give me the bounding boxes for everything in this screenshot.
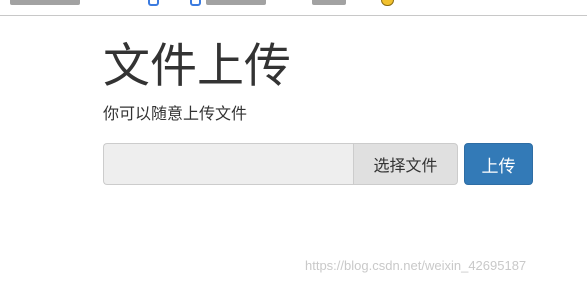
upload-page-container: 文件上传 你可以随意上传文件 选择文件 上传	[103, 39, 543, 185]
choose-file-label: 选择文件	[373, 156, 438, 175]
upload-form: 选择文件 上传	[103, 143, 543, 185]
file-input-group: 选择文件	[103, 143, 458, 185]
bookmark-item-text[interactable]	[10, 0, 80, 5]
page-title: 文件上传	[103, 39, 291, 94]
bookmark-item-text[interactable]	[206, 0, 266, 5]
bookmark-item-text[interactable]	[312, 0, 346, 5]
upload-button[interactable]: 上传	[464, 143, 533, 185]
bookmark-icon[interactable]	[190, 0, 201, 6]
watermark-text: https://blog.csdn.net/weixin_42695187	[305, 258, 527, 273]
browser-bookmarks-bar	[0, 0, 587, 16]
page-description: 你可以随意上传文件	[103, 104, 248, 123]
file-path-input[interactable]	[103, 143, 353, 185]
bookmark-icon[interactable]	[148, 0, 159, 6]
choose-file-button[interactable]: 选择文件	[353, 143, 458, 185]
shield-icon[interactable]	[381, 0, 394, 6]
